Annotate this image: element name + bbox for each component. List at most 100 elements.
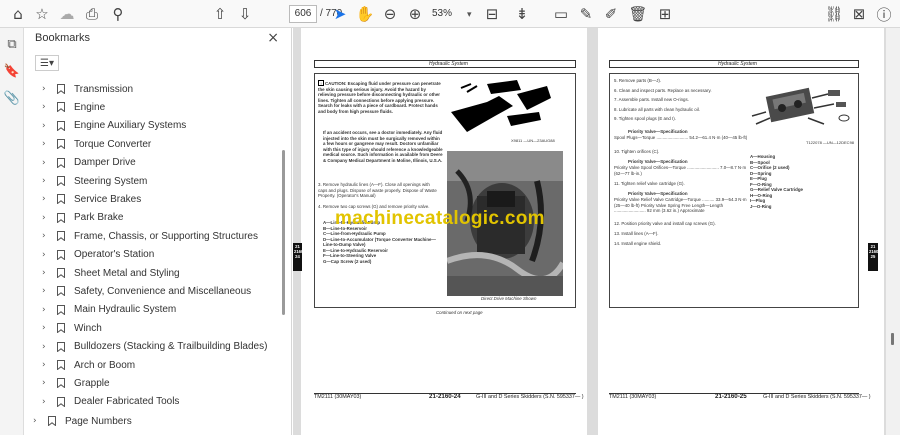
footer-manual-code: TM2111 (30MAY03) xyxy=(314,394,362,400)
rotate-page-icon[interactable]: ⊞ xyxy=(655,4,675,24)
pdf-page-left: Hydraulic System ! CAUTION: Escaping flui… xyxy=(301,28,587,435)
svg-text:X9811 —UN—23AUG88: X9811 —UN—23AUG88 xyxy=(511,138,556,143)
toolbar: ⌂ ☆ ☁ ⎙ ⚲ ⇧ ⇩ 606 / 770 ➤ ✋ ⊖ ⊕ 53% ▾ ⊟ … xyxy=(0,0,900,28)
chevron-right-icon[interactable]: › xyxy=(42,286,54,296)
bookmark-item[interactable]: › Dealer Fabricated Tools xyxy=(42,393,179,411)
bookmark-item[interactable]: › Operator's Station xyxy=(42,246,154,264)
highlight-pen-icon[interactable]: ✎ xyxy=(576,4,596,24)
bookmark-icon[interactable]: 🔖 xyxy=(4,63,20,79)
bookmark-item[interactable]: › Steering System xyxy=(42,172,147,190)
close-icon[interactable]: × xyxy=(267,30,279,46)
section-tab-right: 21 2160 25 xyxy=(868,243,878,271)
bookmark-item[interactable]: › Engine Auxiliary Systems xyxy=(42,117,186,135)
bookmark-item[interactable]: › Sheet Metal and Styling xyxy=(42,264,180,282)
chevron-right-icon[interactable]: › xyxy=(42,176,54,186)
print-icon[interactable]: ⎙ xyxy=(82,4,102,24)
bookmark-item[interactable]: › Main Hydraulic System xyxy=(42,301,176,319)
document-scrollbar[interactable] xyxy=(886,28,900,435)
priority-valve-exploded-view: T122078 —UN—12DEC98 xyxy=(748,78,856,148)
bookmark-item[interactable]: › Bulldozers (Stacking & Trailbuilding Bl… xyxy=(42,338,267,356)
comment-icon[interactable]: ▭ xyxy=(551,4,571,24)
continued-note: Continued on next page xyxy=(436,310,483,315)
spec-line-2: Priority Valve Spool Orifices—Torque ...… xyxy=(614,165,747,176)
accident-text: If an accident occurs, see a doctor imme… xyxy=(323,130,443,163)
bookmark-icon xyxy=(54,285,68,297)
bookmark-item[interactable]: › Service Brakes xyxy=(42,190,141,208)
home-icon[interactable]: ⌂ xyxy=(8,4,28,24)
scroll-mode-icon[interactable]: ⇟ xyxy=(512,4,532,24)
bookmark-label: Frame, Chassis, or Supporting Structures xyxy=(74,230,258,242)
document-view: Hydraulic System ! CAUTION: Escaping flui… xyxy=(293,28,886,435)
attachment-icon[interactable]: 📎 xyxy=(4,90,20,106)
bookmark-item[interactable]: › Arch or Boom xyxy=(42,356,135,374)
chevron-right-icon[interactable]: › xyxy=(42,158,54,168)
help-icon[interactable]: ⓘ xyxy=(874,4,894,24)
page-number-input[interactable]: 606 xyxy=(289,5,317,23)
bookmark-item[interactable]: › Grapple xyxy=(42,374,110,392)
delete-icon[interactable]: 🗑 xyxy=(628,4,648,24)
page-thumbnails-icon[interactable]: ⧉ xyxy=(4,36,20,52)
chevron-right-icon[interactable]: › xyxy=(42,194,54,204)
search-icon[interactable]: ⚲ xyxy=(108,4,128,24)
scroll-thumb[interactable] xyxy=(891,333,894,345)
bookmark-label: Engine Auxiliary Systems xyxy=(74,120,187,132)
chevron-right-icon[interactable]: › xyxy=(42,121,54,131)
page-header: Hydraulic System xyxy=(429,61,468,67)
bookmark-item[interactable]: › Damper Drive xyxy=(42,154,136,172)
chevron-right-icon[interactable]: › xyxy=(42,268,54,278)
bookmark-label: Main Hydraulic System xyxy=(74,304,177,316)
bookmark-label: Transmission xyxy=(74,83,134,95)
bookmark-icon xyxy=(54,212,68,224)
bookmark-options-icon[interactable]: ☰▾ xyxy=(35,55,59,71)
chevron-right-icon[interactable]: › xyxy=(42,213,54,223)
zoom-in-icon[interactable]: ⊕ xyxy=(405,4,425,24)
legend-item: D—Line-to-Accumulator (Torque Converter … xyxy=(323,236,436,248)
export-icon[interactable]: ⊠ xyxy=(849,4,869,24)
draw-icon[interactable]: ✐ xyxy=(601,4,621,24)
bookmark-icon xyxy=(54,193,68,205)
select-cursor-icon[interactable]: ➤ xyxy=(330,4,350,24)
upload-cloud-icon[interactable]: ☁ xyxy=(57,4,77,24)
step-item: 6. Clean and inspect parts. Replace as n… xyxy=(614,87,712,93)
link-edit-icon[interactable]: ⛓ xyxy=(824,4,844,24)
bookmarks-scrollbar[interactable] xyxy=(282,150,285,315)
bookmark-label: Service Brakes xyxy=(74,193,142,205)
chevron-right-icon[interactable]: › xyxy=(42,342,54,352)
chevron-right-icon[interactable]: › xyxy=(42,397,54,407)
chevron-right-icon[interactable]: › xyxy=(42,323,54,333)
bookmark-item[interactable]: › Page Numbers xyxy=(33,412,132,430)
bookmark-item[interactable]: › Safety, Convenience and Miscellaneous xyxy=(42,282,251,300)
page-fit-icon[interactable]: ⊟ xyxy=(482,4,502,24)
chevron-right-icon[interactable]: › xyxy=(42,102,54,112)
bookmark-item[interactable]: › Winch xyxy=(42,319,102,337)
bookmark-item[interactable]: › Frame, Chassis, or Supporting Structure… xyxy=(42,227,258,245)
bookmark-icon xyxy=(45,415,59,427)
bookmark-label: Grapple xyxy=(74,377,110,389)
chevron-right-icon[interactable]: › xyxy=(42,231,54,241)
hand-tool-icon[interactable]: ✋ xyxy=(355,4,375,24)
zoom-out-icon[interactable]: ⊖ xyxy=(380,4,400,24)
chevron-right-icon[interactable]: › xyxy=(42,84,54,94)
chevron-right-icon[interactable]: › xyxy=(42,250,54,260)
chevron-right-icon[interactable]: › xyxy=(33,416,45,426)
step-item: 7. Assemble parts. Install new O-rings. xyxy=(614,97,689,102)
next-page-icon[interactable]: ⇩ xyxy=(235,4,255,24)
step-3: 3. Remove hydraulic lines (A—F). Close a… xyxy=(318,182,437,198)
bookmark-icon xyxy=(54,267,68,279)
bookmark-item[interactable]: › Torque Converter xyxy=(42,135,151,153)
chevron-right-icon[interactable]: › xyxy=(42,378,54,388)
bookmark-item[interactable]: › Park Brake xyxy=(42,209,123,227)
star-icon[interactable]: ☆ xyxy=(32,4,52,24)
spec-line-3: Priority Valve Relief Valve Cartridge—To… xyxy=(614,197,747,213)
chevron-right-icon[interactable]: › xyxy=(42,139,54,149)
zoom-dropdown-icon[interactable]: ▾ xyxy=(467,5,472,23)
bookmark-item[interactable]: › Engine xyxy=(42,98,105,116)
chevron-right-icon[interactable]: › xyxy=(42,305,54,315)
injection-warning-illustration: X9811 —UN—23AUG88 xyxy=(447,76,563,146)
bookmark-label: Safety, Convenience and Miscellaneous xyxy=(74,285,252,297)
chevron-right-icon[interactable]: › xyxy=(42,360,54,370)
previous-page-icon[interactable]: ⇧ xyxy=(210,4,230,24)
bookmark-icon xyxy=(54,101,68,113)
bookmark-item[interactable]: › Transmission xyxy=(42,80,133,98)
side-icon-bar: ⧉ 🔖 📎 xyxy=(0,28,24,435)
